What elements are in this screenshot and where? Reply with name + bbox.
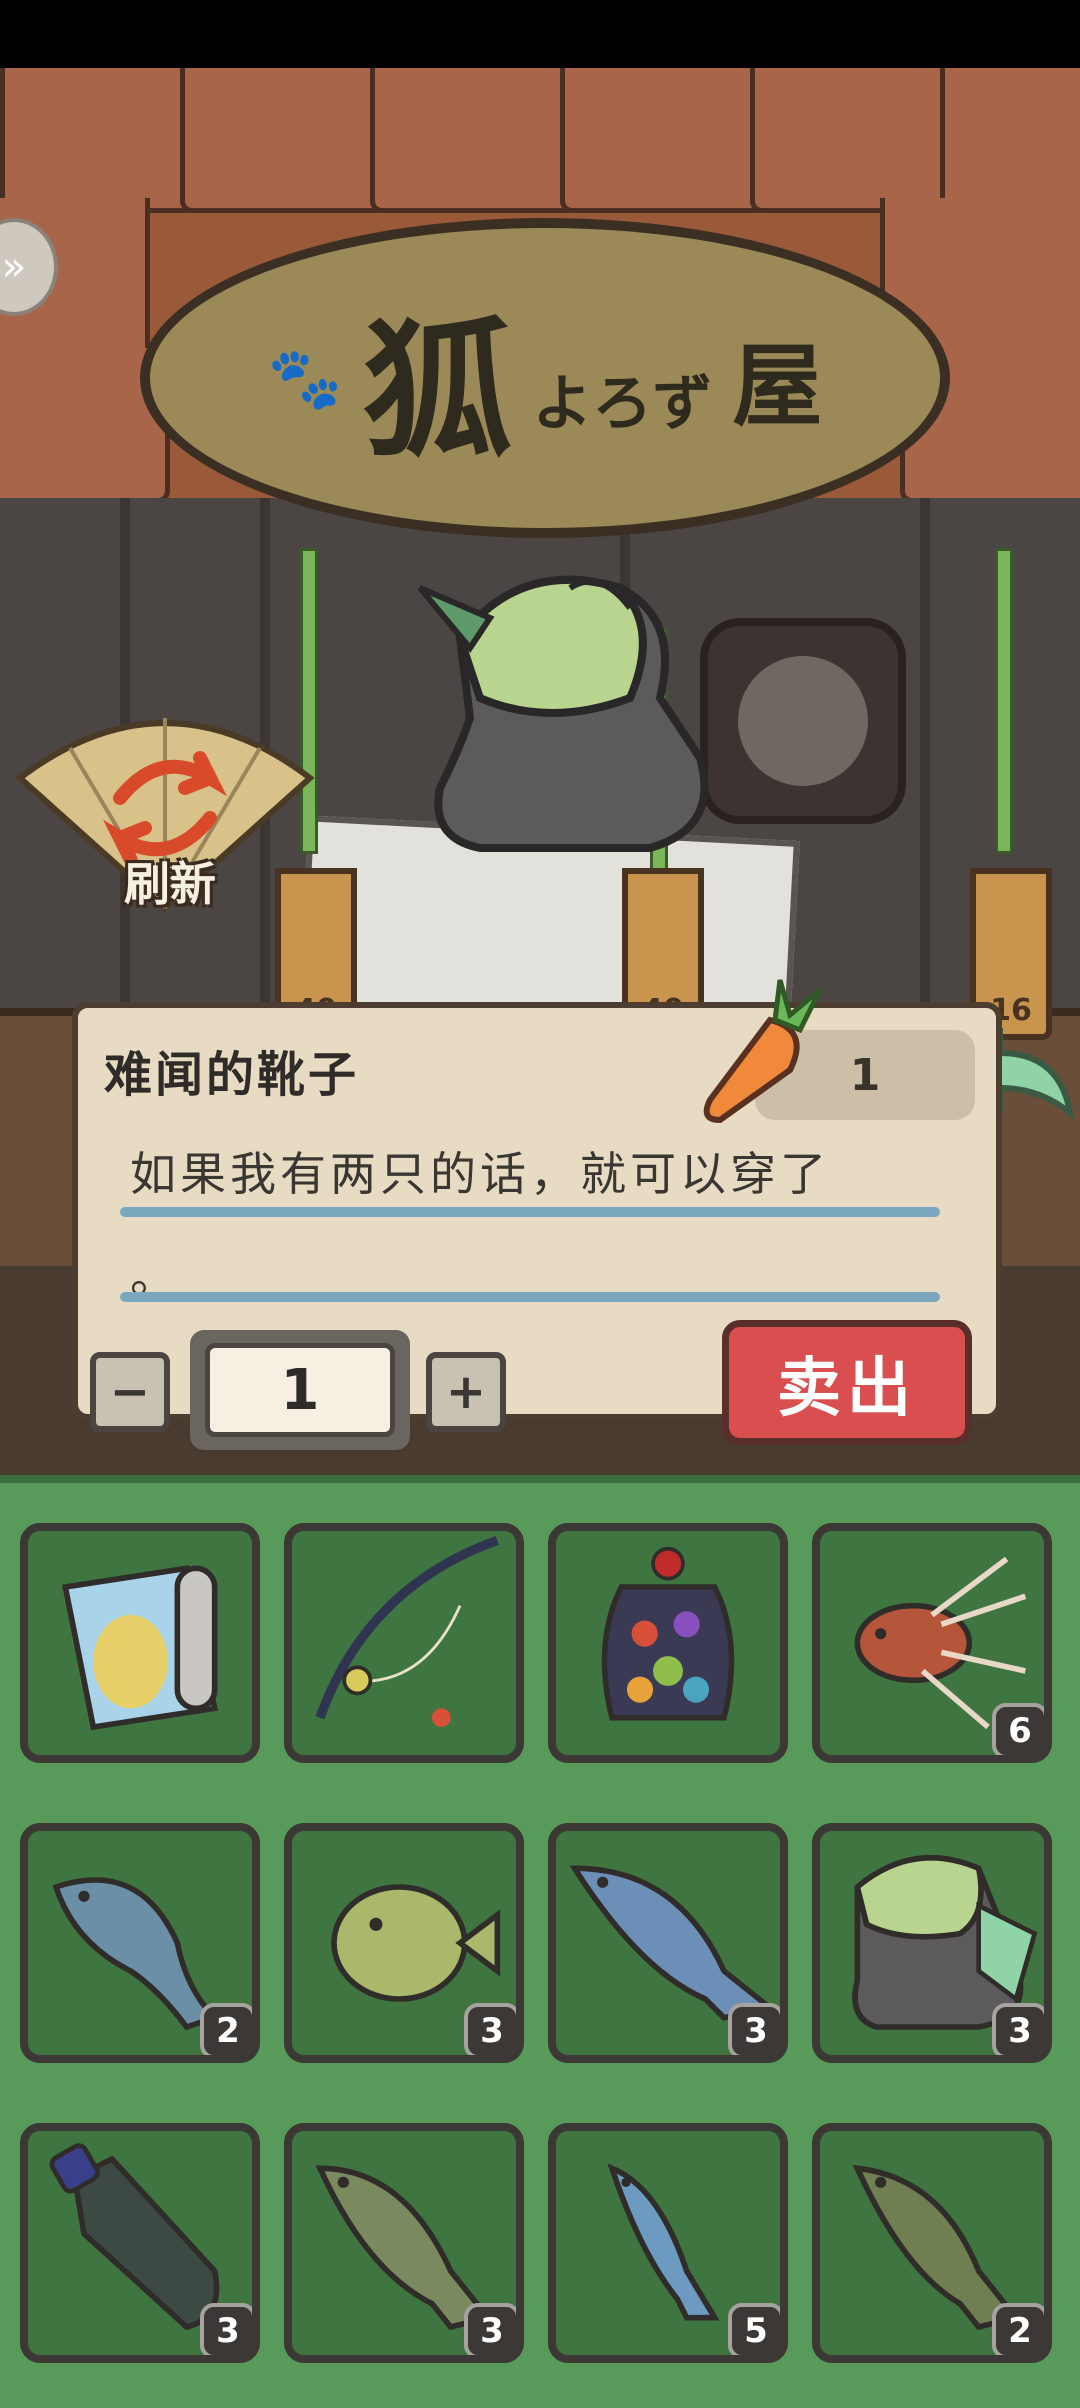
sign-house-char: 屋 — [732, 334, 823, 439]
inventory-slot-salmon[interactable]: 3 — [548, 1823, 788, 2063]
item-count-badge: 3 — [464, 2003, 516, 2055]
inventory-slot-fishing-rod[interactable] — [284, 1523, 524, 1763]
map-icon — [62, 1565, 218, 1731]
sign-kana: よろず — [532, 368, 713, 439]
inventory-slot-fruit-jar[interactable] — [548, 1523, 788, 1763]
status-bar — [0, 0, 1080, 68]
item-count-badge: 3 — [464, 2303, 516, 2355]
shop-sign: 🐾 狐 よろず 屋 — [140, 218, 950, 538]
increase-quantity-button[interactable]: + — [426, 1352, 506, 1432]
inventory-slot-map[interactable] — [20, 1523, 260, 1763]
refresh-label[interactable]: 刷新 — [100, 848, 240, 914]
carrot-icon — [703, 979, 823, 1124]
wall-clock — [700, 618, 906, 824]
item-count-badge: 2 — [200, 2003, 252, 2055]
item-description-line1: 如果我有两只的话，就可以穿了 — [130, 1147, 830, 1201]
inventory-slot-plastic-bottle[interactable]: 3 — [20, 2123, 260, 2363]
decrease-quantity-button[interactable]: − — [90, 1352, 170, 1432]
inventory-slot-pufferfish[interactable]: 3 — [284, 1823, 524, 2063]
item-count-badge: 3 — [728, 2003, 780, 2055]
inventory-grid: 6 2 3 3 3 3 3 5 2 — [0, 1475, 1080, 2408]
fruit-jar-icon — [601, 1546, 735, 1721]
inventory-slot-green-fish[interactable]: 2 — [812, 2123, 1052, 2363]
item-count-badge: 2 — [992, 2303, 1044, 2355]
sign-main-char: 狐 — [362, 302, 513, 479]
inventory-slot-small-fish[interactable]: 5 — [548, 2123, 788, 2363]
inventory-slot-bass[interactable]: 3 — [284, 2123, 524, 2363]
inventory-slot-fish-blue[interactable]: 2 — [20, 1823, 260, 2063]
item-count-badge: 3 — [200, 2303, 252, 2355]
inventory-slot-lionfish[interactable]: 6 — [812, 1523, 1052, 1763]
boot-display — [417, 575, 709, 852]
item-count-badge: 6 — [992, 1703, 1044, 1755]
description-underline — [120, 1207, 940, 1217]
quantity-field[interactable]: 1 — [205, 1343, 395, 1437]
description-underline — [120, 1292, 940, 1302]
item-count-badge: 5 — [728, 2303, 780, 2355]
sell-button[interactable]: 卖出 — [722, 1320, 972, 1445]
paw-icon: 🐾 — [267, 343, 343, 414]
item-count-badge: 3 — [992, 2003, 1044, 2055]
fishing-rod-icon — [315, 1535, 499, 1727]
inventory-slot-smelly-boot[interactable]: 3 — [812, 1823, 1052, 2063]
item-name: 难闻的靴子 — [104, 1047, 360, 1103]
